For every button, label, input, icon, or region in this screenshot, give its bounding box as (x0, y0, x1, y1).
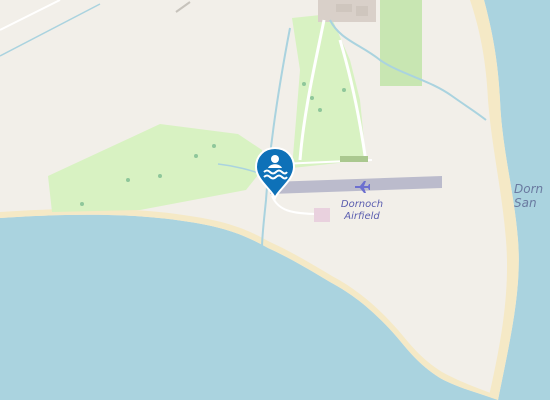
airfield-label: Dornoch Airfield (330, 199, 394, 222)
place-label-line2: San (514, 195, 537, 210)
golf-green (340, 156, 368, 162)
place-label: Dorn San (514, 182, 544, 211)
building (336, 4, 352, 12)
building (356, 6, 368, 16)
location-marker[interactable] (252, 146, 298, 201)
swimming-marker-icon (254, 146, 296, 201)
airfield-label-line2: Airfield (344, 210, 380, 222)
apron (314, 208, 330, 222)
place-label-line1: Dorn (514, 182, 544, 196)
airfield-label-line1: Dornoch (340, 199, 384, 210)
map-canvas[interactable]: Dornoch Airfield Dorn San (0, 0, 550, 400)
golf-course (380, 0, 422, 86)
